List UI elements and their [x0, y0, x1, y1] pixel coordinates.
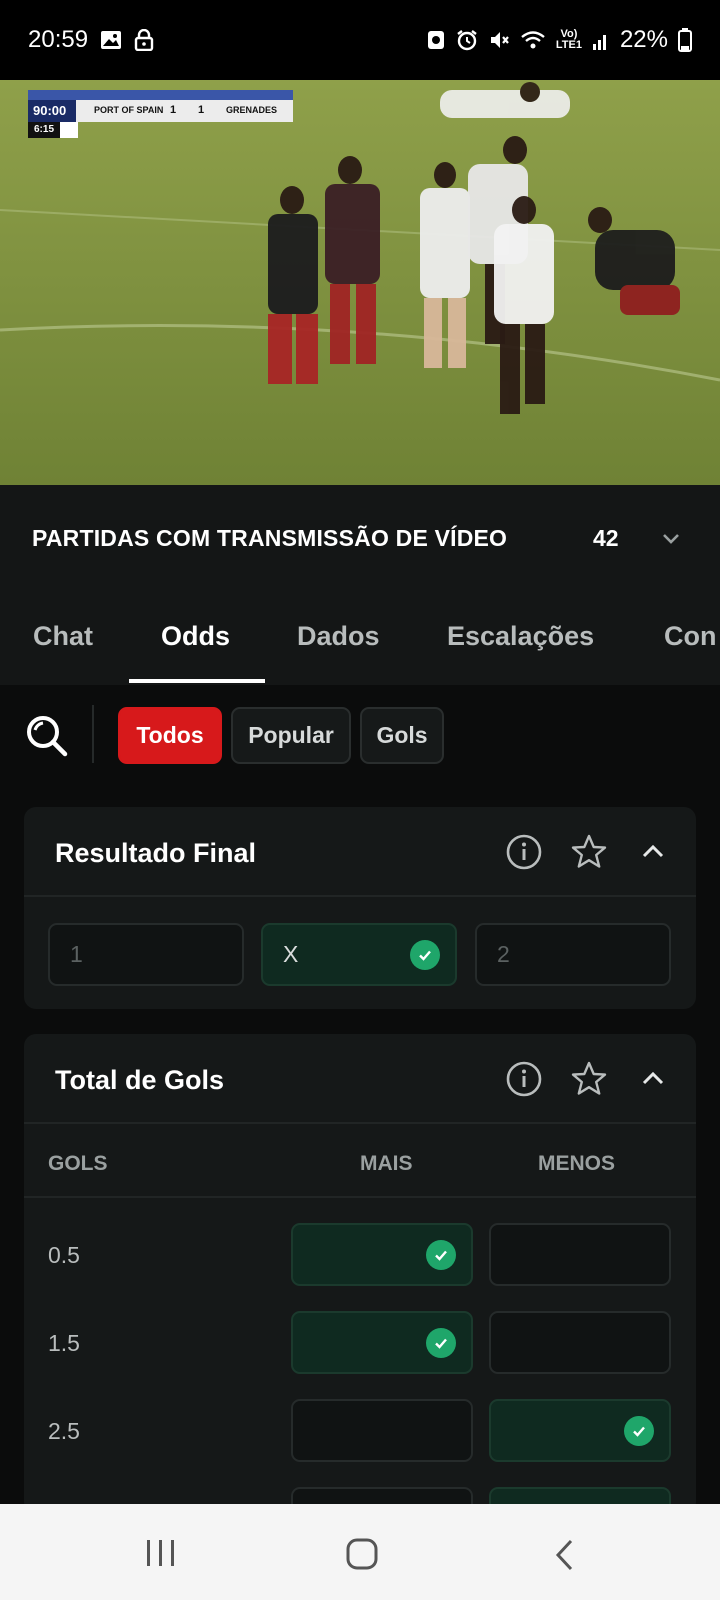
scoreboard-added-time: 6:15 [34, 124, 55, 135]
card-header[interactable]: Resultado Final [24, 807, 696, 897]
video-player[interactable]: 90:00 PORT OF SPAIN 1 1 GRENADES 6:15 [0, 80, 720, 485]
info-icon[interactable] [505, 833, 543, 871]
wifi-icon [521, 31, 545, 49]
scoreboard-home-team: PORT OF SPAIN [94, 105, 164, 115]
video-frame [0, 80, 720, 485]
column-header-menos: MENOS [538, 1152, 616, 1175]
market-card-total-gols: Total de Gols GOLS MAIS MENOS 0.5 1.5 2.… [24, 1034, 696, 1514]
filter-row: Todos Popular Gols [0, 685, 720, 785]
filter-popular[interactable]: Popular [231, 707, 351, 764]
tab-con[interactable]: Con [664, 621, 716, 652]
recents-icon[interactable] [144, 1538, 178, 1568]
chevron-down-icon[interactable] [660, 527, 682, 549]
check-icon [426, 1240, 456, 1270]
divider [92, 705, 94, 763]
tab-chat[interactable]: Chat [33, 621, 93, 652]
odd-label: 1 [70, 941, 83, 967]
image-icon [101, 31, 122, 49]
battery-icon [678, 28, 692, 52]
divider [24, 1196, 696, 1198]
odd-cell-menos[interactable] [489, 1223, 671, 1286]
chevron-up-icon[interactable] [634, 1060, 672, 1098]
odd-option-1[interactable]: 1 [48, 923, 244, 986]
scoreboard-time: 90:00 [33, 103, 67, 118]
battery-percent: 22% [619, 26, 668, 53]
odd-cell-menos[interactable] [489, 1311, 671, 1374]
odd-cell-mais[interactable] [291, 1311, 473, 1374]
total-line-label: 1.5 [48, 1330, 80, 1356]
column-header-gols: GOLS [48, 1152, 108, 1175]
card-title: Total de Gols [55, 1065, 225, 1095]
sim-icon [427, 31, 444, 49]
lock-icon [134, 29, 154, 51]
alarm-icon [457, 30, 477, 51]
signal-icon [592, 35, 606, 50]
scoreboard-away-team: GRENADES [226, 105, 278, 115]
star-icon[interactable] [570, 833, 608, 871]
scoreboard-home-score: 1 [170, 104, 177, 116]
tab-active-indicator [129, 679, 265, 683]
tab-odds[interactable]: Odds [161, 621, 230, 652]
back-icon[interactable] [553, 1538, 577, 1572]
card-header[interactable]: Total de Gols [24, 1034, 696, 1124]
total-line-label: 2.5 [48, 1418, 80, 1444]
match-title[interactable]: PARTIDAS COM TRANSMISSÃO DE VÍDEO [32, 525, 507, 552]
odd-cell-mais[interactable] [291, 1399, 473, 1462]
info-icon[interactable] [505, 1060, 543, 1098]
odd-option-x[interactable]: X [261, 923, 457, 986]
home-icon[interactable] [345, 1538, 379, 1570]
card-title: Resultado Final [55, 838, 257, 868]
filter-todos[interactable]: Todos [118, 707, 222, 764]
mute-icon [490, 32, 509, 48]
match-count: 42 [593, 525, 619, 551]
match-header: PARTIDAS COM TRANSMISSÃO DE VÍDEO 42 Cha… [0, 485, 720, 685]
column-header-mais: MAIS [360, 1152, 413, 1175]
market-card-resultado-final: Resultado Final 1 X 2 [24, 807, 696, 1009]
total-line-label: 0.5 [48, 1242, 80, 1268]
odd-label: X [283, 941, 299, 967]
check-icon [624, 1416, 654, 1446]
clock: 20:59 [28, 26, 89, 53]
odd-cell-mais[interactable] [291, 1223, 473, 1286]
scoreboard-away-score: 1 [198, 104, 205, 116]
search-icon[interactable] [24, 713, 70, 759]
status-bar: 20:59 Vo) LTE1 22% [0, 0, 720, 80]
system-nav-bar [0, 1504, 720, 1600]
filter-gols[interactable]: Gols [360, 707, 444, 764]
odd-cell-menos[interactable] [489, 1399, 671, 1462]
tab-escalacoes[interactable]: Escalações [447, 621, 594, 652]
odd-label: 2 [497, 941, 510, 967]
tab-dados[interactable]: Dados [297, 621, 380, 652]
odd-option-2[interactable]: 2 [475, 923, 671, 986]
star-icon[interactable] [570, 1060, 608, 1098]
network-label: Vo) LTE1 [555, 28, 582, 51]
check-icon [410, 940, 440, 970]
check-icon [426, 1328, 456, 1358]
chevron-up-icon[interactable] [634, 833, 672, 871]
tab-bar: Chat Odds Dados Escalações Con [0, 595, 720, 685]
